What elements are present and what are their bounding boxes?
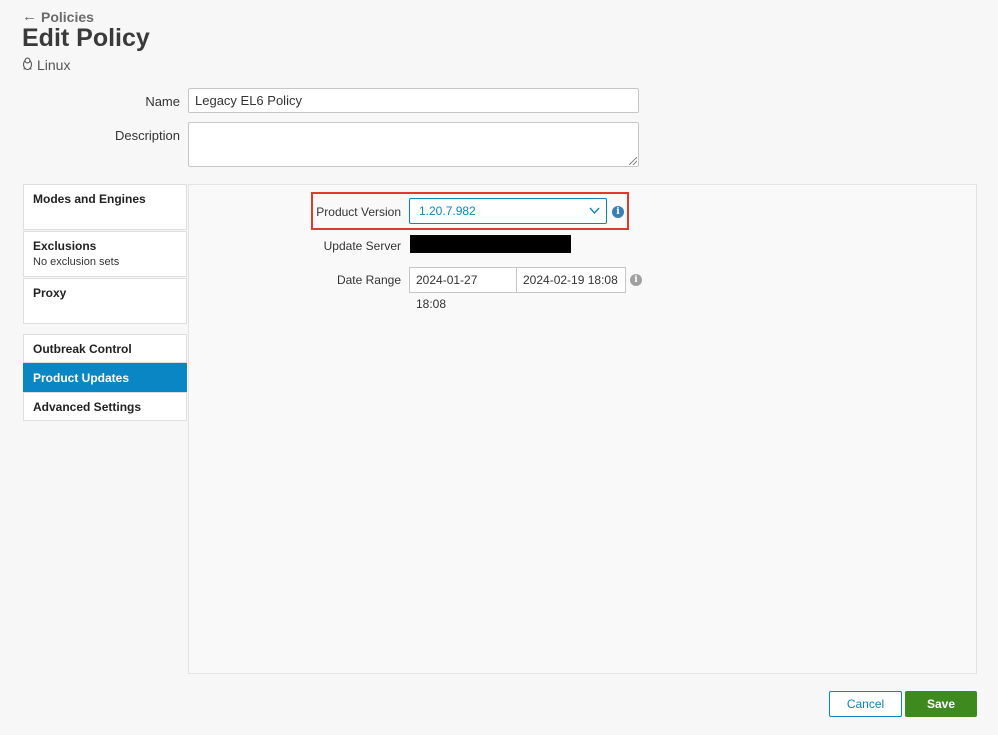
sidebar-item-label: Product Updates: [33, 371, 130, 385]
sidebar-item-subtext: No exclusion sets: [33, 256, 120, 268]
sidebar-item-outbreak-control[interactable]: Outbreak Control: [23, 334, 187, 363]
product-version-label: Product Version: [316, 205, 401, 219]
sidebar-item-advanced-settings[interactable]: Advanced Settings: [23, 392, 187, 421]
sidebar-item-exclusions[interactable]: Exclusions No exclusion sets: [23, 231, 187, 277]
date-range-label: Date Range: [336, 273, 401, 287]
linux-penguin-icon: [22, 57, 33, 73]
sidebar-item-label: Exclusions: [33, 239, 97, 253]
product-version-select[interactable]: 1.20.7.982: [409, 198, 607, 224]
description-textarea[interactable]: [188, 122, 639, 167]
chevron-down-icon: [589, 199, 600, 231]
date-range-start-input[interactable]: 2024-01-27 18:08: [409, 267, 517, 311]
sidebar-item-product-updates[interactable]: Product Updates: [23, 363, 187, 392]
os-indicator: Linux: [22, 57, 70, 73]
description-label: Description: [114, 128, 180, 143]
back-link-label: Policies: [41, 8, 94, 25]
update-server-redacted-value: [410, 235, 571, 253]
sidebar-item-proxy[interactable]: Proxy: [23, 278, 187, 324]
sidebar-item-label: Advanced Settings: [33, 400, 142, 414]
back-to-policies-link[interactable]: ← Policies: [22, 8, 94, 25]
date-range-end-input[interactable]: 2024-02-19 18:08: [516, 267, 626, 293]
cancel-button[interactable]: Cancel: [829, 691, 902, 717]
update-server-label: Update Server: [323, 239, 401, 253]
page-title: Edit Policy: [22, 24, 150, 52]
arrow-left-icon: ←: [22, 8, 37, 25]
product-updates-panel: [188, 184, 977, 674]
sidebar-item-modes-and-engines[interactable]: Modes and Engines: [23, 184, 187, 230]
sidebar-item-label: Proxy: [33, 286, 67, 300]
info-icon[interactable]: i: [630, 274, 642, 286]
resize-grip[interactable]: [629, 157, 637, 165]
sidebar-item-label: Outbreak Control: [33, 342, 132, 356]
product-version-value: 1.20.7.982: [419, 204, 476, 218]
name-input[interactable]: Legacy EL6 Policy: [188, 88, 639, 113]
info-icon[interactable]: i: [612, 206, 624, 218]
os-label: Linux: [37, 57, 71, 73]
name-label: Name: [145, 94, 180, 109]
sidebar-item-label: Modes and Engines: [33, 192, 146, 206]
save-button[interactable]: Save: [905, 691, 977, 717]
